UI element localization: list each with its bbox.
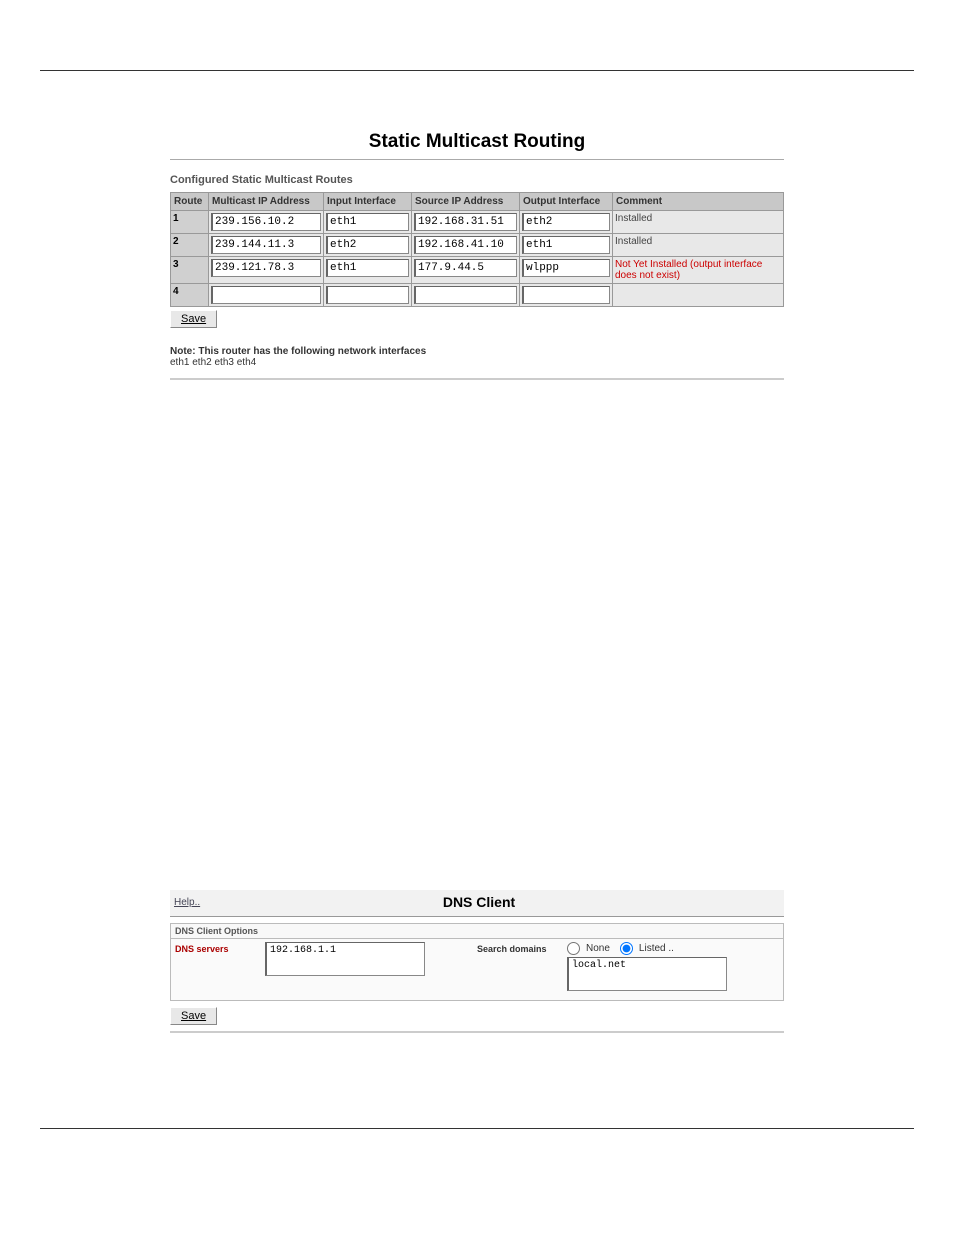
dns-client-panel: Help.. DNS Client DNS Client Options DNS… bbox=[170, 890, 784, 1033]
output-if-input[interactable] bbox=[522, 213, 610, 231]
radio-none-label: None bbox=[586, 943, 610, 954]
title-underline bbox=[170, 159, 784, 160]
input-if-input[interactable] bbox=[326, 213, 409, 231]
section-label: Configured Static Multicast Routes bbox=[170, 174, 784, 186]
cell-source-ip bbox=[412, 234, 520, 257]
cell-multicast-ip bbox=[209, 234, 324, 257]
search-domains-input[interactable] bbox=[567, 957, 727, 991]
source-ip-input[interactable] bbox=[414, 286, 517, 304]
source-ip-input[interactable] bbox=[414, 236, 517, 254]
save-button[interactable]: Save bbox=[170, 310, 217, 328]
page-title: Static Multicast Routing bbox=[170, 131, 784, 153]
multicast-ip-input[interactable] bbox=[211, 236, 321, 254]
routes-table: Route Multicast IP Address Input Interfa… bbox=[170, 192, 784, 307]
cell-output-if bbox=[520, 234, 613, 257]
dns-save-button[interactable]: Save bbox=[170, 1007, 217, 1025]
source-ip-input[interactable] bbox=[414, 259, 517, 277]
top-divider bbox=[40, 70, 914, 71]
table-header-row: Route Multicast IP Address Input Interfa… bbox=[171, 193, 784, 211]
radio-listed-label: Listed .. bbox=[639, 943, 674, 954]
table-row: 4 bbox=[171, 284, 784, 307]
dns-servers-input[interactable] bbox=[265, 942, 425, 976]
source-ip-input[interactable] bbox=[414, 213, 517, 231]
dns-servers-label: DNS servers bbox=[175, 942, 265, 994]
comment-cell: Installed bbox=[613, 211, 784, 234]
cell-input-if bbox=[324, 257, 412, 284]
cell-multicast-ip bbox=[209, 211, 324, 234]
cell-output-if bbox=[520, 257, 613, 284]
output-if-input[interactable] bbox=[522, 259, 610, 277]
comment-cell: Installed bbox=[613, 234, 784, 257]
static-multicast-panel: Static Multicast Routing Configured Stat… bbox=[170, 131, 784, 380]
dns-title: DNS Client bbox=[434, 894, 524, 910]
row-number: 2 bbox=[171, 234, 209, 257]
note-interfaces: eth1 eth2 eth3 eth4 bbox=[170, 357, 256, 368]
cell-source-ip bbox=[412, 211, 520, 234]
bottom-divider bbox=[40, 1128, 914, 1129]
output-if-input[interactable] bbox=[522, 236, 610, 254]
table-row: 3 Not Yet Installed (output interface doe… bbox=[171, 257, 784, 284]
cell-output-if bbox=[520, 211, 613, 234]
multicast-ip-input[interactable] bbox=[211, 259, 321, 277]
options-header: DNS Client Options bbox=[170, 923, 784, 938]
table-row: 2 Installed bbox=[171, 234, 784, 257]
comment-cell bbox=[613, 284, 784, 307]
col-output-if: Output Interface bbox=[520, 193, 613, 211]
col-route: Route bbox=[171, 193, 209, 211]
cell-input-if bbox=[324, 284, 412, 307]
row-number: 3 bbox=[171, 257, 209, 284]
col-source-ip: Source IP Address bbox=[412, 193, 520, 211]
cell-input-if bbox=[324, 234, 412, 257]
input-if-input[interactable] bbox=[326, 259, 409, 277]
row-number: 4 bbox=[171, 284, 209, 307]
output-if-input[interactable] bbox=[522, 286, 610, 304]
col-input-if: Input Interface bbox=[324, 193, 412, 211]
note-block: Note: This router has the following netw… bbox=[170, 346, 784, 368]
input-if-input[interactable] bbox=[326, 286, 409, 304]
radio-none[interactable] bbox=[567, 942, 580, 955]
input-if-input[interactable] bbox=[326, 236, 409, 254]
multicast-ip-input[interactable] bbox=[211, 213, 321, 231]
col-comment: Comment bbox=[613, 193, 784, 211]
options-body: DNS servers Search domains None Listed .… bbox=[170, 938, 784, 1001]
dns-header-bar: Help.. DNS Client bbox=[170, 890, 784, 917]
row-number: 1 bbox=[171, 211, 209, 234]
comment-cell: Not Yet Installed (output interface does… bbox=[613, 257, 784, 284]
table-row: 1 Installed bbox=[171, 211, 784, 234]
cell-source-ip bbox=[412, 257, 520, 284]
cell-multicast-ip bbox=[209, 257, 324, 284]
help-link[interactable]: Help.. bbox=[170, 897, 434, 908]
cell-source-ip bbox=[412, 284, 520, 307]
cell-input-if bbox=[324, 211, 412, 234]
col-multicast-ip: Multicast IP Address bbox=[209, 193, 324, 211]
multicast-ip-input[interactable] bbox=[211, 286, 321, 304]
search-domains-label: Search domains bbox=[477, 942, 567, 994]
cell-output-if bbox=[520, 284, 613, 307]
radio-listed[interactable] bbox=[620, 942, 633, 955]
note-heading: Note: This router has the following netw… bbox=[170, 346, 426, 357]
cell-multicast-ip bbox=[209, 284, 324, 307]
